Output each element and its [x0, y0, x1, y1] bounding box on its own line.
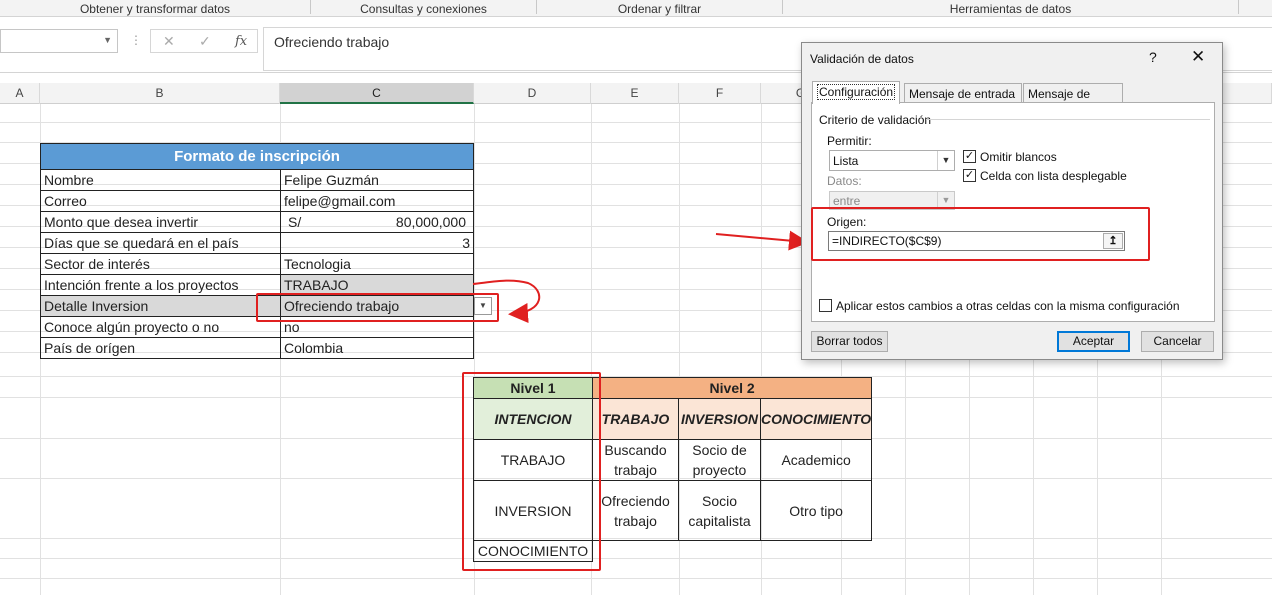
clear-all-button[interactable]: Borrar todos	[811, 331, 888, 352]
omitir-blancos-checkbox[interactable]: ✓	[963, 150, 976, 163]
permitir-select[interactable]: Lista ▼	[829, 150, 955, 171]
datos-label: Datos:	[827, 174, 862, 188]
permitir-label: Permitir:	[827, 134, 872, 148]
celda-lista-checkbox[interactable]: ✓	[963, 169, 976, 182]
celda-lista-label[interactable]: Celda con lista desplegable	[980, 169, 1127, 183]
tab-configuracion[interactable]: Configuración	[812, 81, 901, 104]
chevron-down-icon[interactable]: ▼	[937, 151, 954, 170]
group-label: Criterio de validación	[819, 113, 932, 127]
curved-arrow-to-cell	[472, 279, 541, 324]
arrow-to-origen	[715, 230, 809, 251]
cancel-button[interactable]: Cancelar	[1141, 331, 1214, 352]
close-icon[interactable]: ✕	[1191, 47, 1205, 67]
highlight-origen	[811, 207, 1150, 261]
ok-button[interactable]: Aceptar	[1057, 331, 1130, 352]
group-divider	[926, 119, 1210, 120]
help-icon[interactable]: ?	[1149, 49, 1157, 65]
apply-all-label[interactable]: Aplicar estos cambios a otras celdas con…	[836, 299, 1180, 313]
apply-all-checkbox[interactable]	[819, 299, 832, 312]
tab-mensaje-entrada[interactable]: Mensaje de entrada	[904, 83, 1022, 103]
data-validation-dialog: Validación de datos ? ✕ Configuración Me…	[801, 42, 1223, 360]
omitir-blancos-label[interactable]: Omitir blancos	[980, 150, 1057, 164]
dialog-title: Validación de datos	[810, 52, 914, 66]
tab-mensaje-error[interactable]: Mensaje de error	[1023, 83, 1123, 115]
